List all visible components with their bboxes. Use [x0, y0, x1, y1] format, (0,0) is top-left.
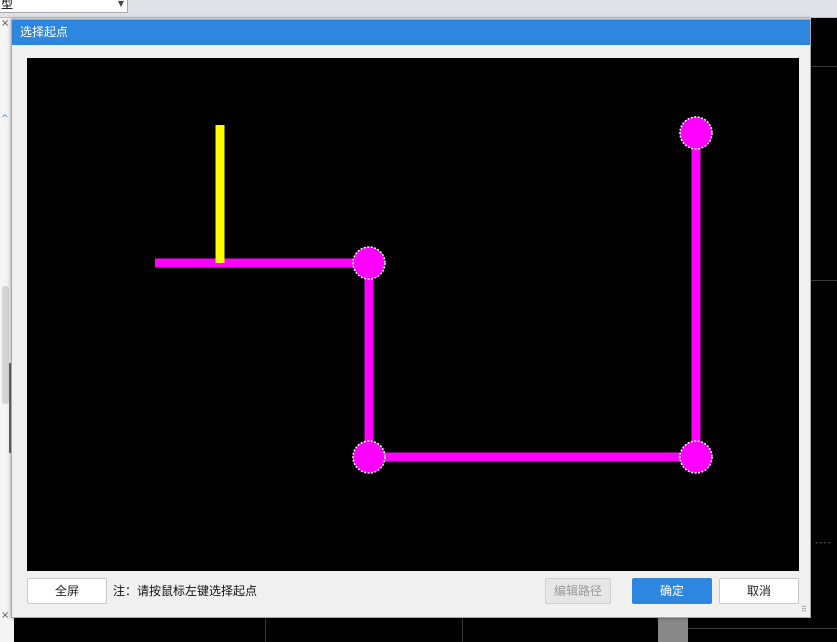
confirm-button[interactable]: 确定: [632, 578, 712, 604]
close-icon[interactable]: ×: [1, 610, 9, 621]
fullscreen-button[interactable]: 全屏: [27, 578, 107, 604]
instruction-text: 注：请按鼠标左键选择起点: [113, 584, 258, 598]
edit-path-button[interactable]: 编辑路径: [545, 578, 611, 604]
background-line: [688, 628, 837, 629]
background-line: [265, 618, 266, 642]
vertex-point[interactable]: [352, 440, 386, 474]
background-line: [811, 280, 837, 281]
dialog-title: 选择起点: [20, 25, 69, 39]
background-drawing-bottom: [14, 618, 837, 642]
close-icon[interactable]: ×: [1, 18, 9, 29]
dialog-title-bar[interactable]: 选择起点: [12, 20, 810, 45]
cancel-button[interactable]: 取消: [719, 578, 799, 604]
collapse-icon[interactable]: ^: [1, 114, 9, 124]
resize-grip-icon[interactable]: ⠿: [801, 606, 807, 614]
background-block: [658, 618, 688, 642]
select-start-point-dialog: 选择起点 全屏 注：请按鼠标左键选择起点 编辑路径 确定 取消 ⠿: [11, 19, 811, 618]
background-dashes: - - - -: [815, 538, 831, 548]
background-combo-value: 型: [1, 0, 14, 11]
path-preview-canvas[interactable]: [27, 58, 799, 571]
vertex-point[interactable]: [352, 246, 386, 280]
path-drawing[interactable]: [27, 58, 799, 571]
background-combo-box[interactable]: 型 ▼: [0, 0, 128, 13]
background-line: [811, 66, 837, 67]
vertex-point[interactable]: [679, 440, 713, 474]
vertex-point[interactable]: [679, 116, 713, 150]
background-scrollbar[interactable]: [2, 286, 9, 404]
chevron-down-icon[interactable]: ▼: [118, 0, 124, 8]
background-line: [462, 618, 463, 642]
background-drawing-area: - - - -: [811, 18, 837, 642]
